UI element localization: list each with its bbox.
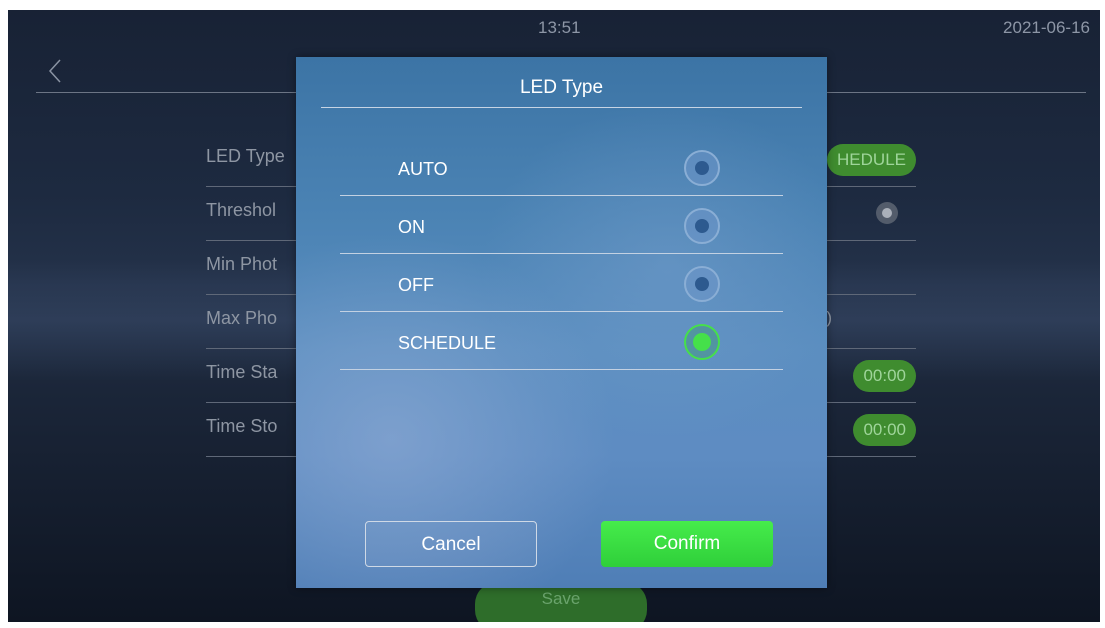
option-label: AUTO [398,159,448,179]
cancel-button[interactable]: Cancel [365,521,537,567]
option-schedule[interactable]: SCHEDULE [340,311,783,370]
time-start-value-pill[interactable]: 00:00 [853,360,916,392]
radio-dot-icon [695,161,709,175]
option-on[interactable]: ON [340,195,783,254]
led-type-dialog: LED Type AUTO ON OFF SCHEDULE Cancel Con… [296,57,827,588]
status-time: 13:51 [538,18,581,37]
status-bar: 13:51 2021-06-16 [8,10,1100,52]
settings-row-label: Time Sto [206,416,278,436]
option-label: OFF [398,275,434,295]
save-button[interactable]: Save [475,582,647,622]
option-off[interactable]: OFF [340,253,783,312]
settings-row-label: Max Pho [206,308,278,328]
settings-row-label: Min Phot [206,254,278,274]
radio-dot-icon [695,219,709,233]
settings-row-label: Time Sta [206,362,278,382]
radio-button[interactable] [684,208,720,244]
radio-button[interactable] [684,150,720,186]
option-label: SCHEDULE [398,333,497,353]
option-label: ON [398,217,425,237]
settings-row-label: Threshol [206,200,277,220]
dialog-title-divider [321,107,802,108]
radio-dot-icon [693,333,711,351]
option-auto[interactable]: AUTO [340,137,783,196]
max-photo-value: ) [826,308,832,327]
dialog-title: LED Type [519,77,604,98]
back-button[interactable] [42,56,72,86]
led-type-value-pill[interactable]: HEDULE [827,144,916,176]
radio-dot-icon [695,277,709,291]
confirm-button[interactable]: Confirm [601,521,773,567]
radio-button[interactable] [684,266,720,302]
status-date: 2021-06-16 [1003,18,1090,37]
threshold-radio[interactable] [876,202,898,224]
time-stop-value-pill[interactable]: 00:00 [853,414,916,446]
settings-row-label: LED Type [206,146,285,166]
chevron-left-icon [48,59,61,83]
screen: 13:51 2021-06-16 LED Type HEDULE Thresho… [8,10,1100,622]
radio-button-selected[interactable] [684,324,720,360]
